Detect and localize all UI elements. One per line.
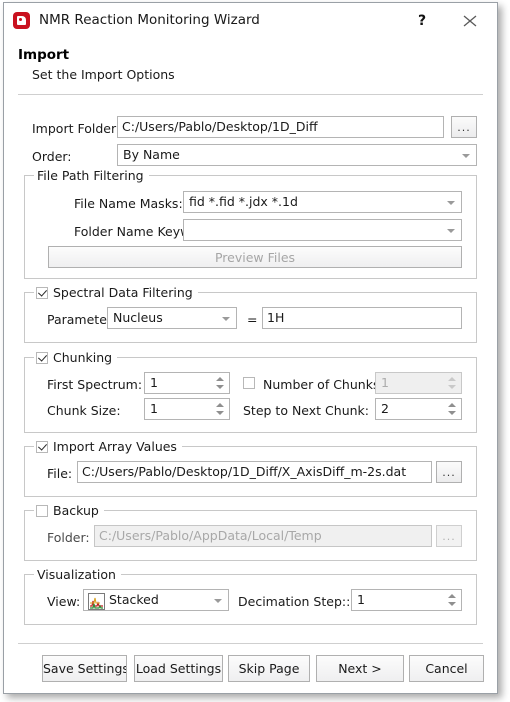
save-settings-button[interactable]: Save Settings (42, 655, 127, 682)
load-settings-button[interactable]: Load Settings (134, 655, 223, 682)
skip-page-button[interactable]: Skip Page (228, 655, 310, 682)
cancel-button[interactable]: Cancel (409, 655, 484, 682)
next-button[interactable]: Next > (316, 655, 404, 682)
footer-buttons: Save Settings Load Settings Skip Page Ne… (4, 3, 497, 693)
wizard-window: NMR Reaction Monitoring Wizard ? Import … (3, 2, 498, 694)
